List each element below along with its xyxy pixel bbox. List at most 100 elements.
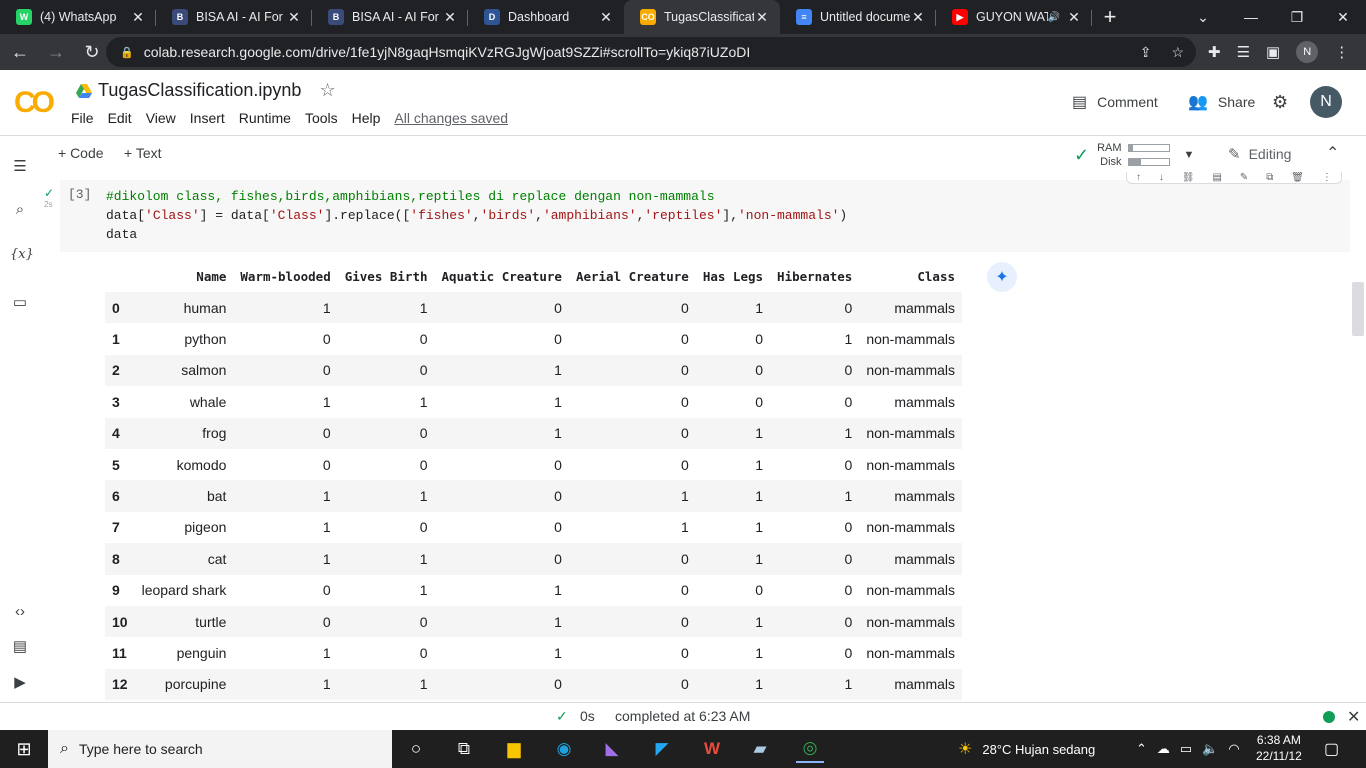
vscode-icon[interactable]: ◤ [648,735,676,763]
reading-list-icon[interactable]: ☰ [1237,43,1250,61]
lock-icon: 🔒 [120,46,134,59]
forward-arrow-icon[interactable]: → [40,36,72,68]
comment-cell-icon[interactable]: ▤ [1212,172,1221,183]
comment-button[interactable]: ▤ Comment [1072,92,1158,112]
run-success-check-icon[interactable]: ✓ [44,186,54,200]
browser-tab[interactable]: W (4) WhatsApp ✕ [0,0,156,34]
file-explorer-icon[interactable]: ▆ [500,735,528,763]
reload-icon[interactable]: ↻ [76,36,108,68]
close-tab-icon[interactable]: ✕ [910,9,926,26]
tab-audio-icon[interactable]: 🔊 [1048,12,1060,23]
onedrive-icon[interactable]: ☁ [1157,741,1170,757]
mirror-cell-icon[interactable]: ⧉ [1266,172,1273,183]
star-icon[interactable]: ☆ [319,80,335,101]
colab-logo[interactable]: CO [14,86,55,120]
move-down-icon[interactable]: ↓ [1159,172,1164,183]
vertical-scrollbar[interactable] [1352,282,1364,336]
link-icon[interactable]: ⛓ [1182,172,1195,183]
browser-tab[interactable]: CO TugasClassificatio✕ [624,0,780,34]
search-icon[interactable]: ⌕ [10,201,30,218]
browser-tab[interactable]: B BISA AI - AI For E ✕ [156,0,312,34]
close-tab-icon[interactable]: ✕ [286,9,302,26]
table-cell: 0 [755,582,764,599]
windows-start-icon[interactable]: ⊞ [10,735,38,763]
settings-gear-icon[interactable]: ⚙ [1272,92,1288,113]
menu-item-runtime[interactable]: Runtime [239,110,291,126]
browser-profile-avatar[interactable]: N [1296,41,1319,63]
drive-icon[interactable] [76,83,92,98]
taskbar-search[interactable]: ⌕ Type here to search [48,730,392,768]
delete-cell-icon[interactable]: 🗑 [1291,172,1304,183]
variables-icon[interactable]: {x} [10,247,34,262]
close-tab-icon[interactable]: ✕ [1066,9,1082,26]
battery-icon[interactable]: ▭ [1180,741,1192,757]
cortana-icon[interactable]: ○ [402,735,430,763]
close-tab-icon[interactable]: ✕ [130,9,146,26]
magic-wand-icon[interactable]: ✦ [987,262,1017,292]
close-tab-icon[interactable]: ✕ [442,9,458,26]
add-text-button[interactable]: + Text [124,145,162,161]
browser-menu-icon[interactable]: ⋮ [1334,43,1349,61]
visual-studio-icon[interactable]: ◣ [598,735,626,763]
browser-tab[interactable]: D Dashboard ✕ [468,0,624,34]
extensions-icon[interactable]: ✚ [1208,43,1221,61]
code-editor[interactable]: #dikolom class, fishes,birds,amphibians,… [106,187,847,244]
close-status-icon[interactable]: ✕ [1347,707,1360,727]
menu-item-insert[interactable]: Insert [190,110,225,126]
table-cell: 1 [695,543,771,575]
table-of-contents-icon[interactable]: ☰ [10,157,30,175]
browser-tab[interactable]: B BISA AI - AI For E ✕ [312,0,468,34]
menu-item-view[interactable]: View [146,110,176,126]
volume-icon[interactable]: 🔈 [1202,741,1218,757]
side-panel-icon[interactable]: ▣ [1266,43,1280,61]
edit-cell-icon[interactable]: ✎ [1240,172,1248,183]
save-status-link[interactable]: All changes saved [394,110,508,126]
tab-search-icon[interactable]: ⌄ [1180,0,1226,34]
wps-office-icon[interactable]: W [698,735,726,763]
share-button[interactable]: 👥 Share [1188,92,1255,112]
menu-item-help[interactable]: Help [352,110,381,126]
close-window-icon[interactable]: ✕ [1320,0,1366,34]
bookmark-star-icon[interactable]: ☆ [1171,44,1184,61]
back-arrow-icon[interactable]: ← [4,36,36,68]
files-folder-icon[interactable]: ▭ [10,293,30,311]
user-avatar[interactable]: N [1310,86,1342,118]
share-page-icon[interactable]: ⇪ [1140,44,1152,61]
tab-title: (4) WhatsApp [40,10,117,24]
chrome-icon[interactable]: ◎ [796,735,824,763]
command-palette-icon[interactable]: ▤ [10,637,30,655]
notepad-icon[interactable]: ▰ [746,735,774,763]
edge-icon[interactable]: ◉ [550,735,578,763]
code-snippets-icon[interactable]: ‹› [10,603,30,620]
restore-icon[interactable]: ❐ [1274,0,1320,34]
menu-item-tools[interactable]: Tools [305,110,338,126]
new-tab-button[interactable]: + [1092,0,1128,34]
menu-item-file[interactable]: File [71,110,94,126]
clock[interactable]: 6:38 AM 22/11/12 [1256,732,1302,764]
notebook-title[interactable]: TugasClassification.ipynb [98,80,301,101]
notifications-icon[interactable]: ▢ [1324,730,1339,768]
terminal-icon[interactable]: ▶ [10,673,30,691]
status-completed[interactable]: completed at 6:23 AM [615,708,750,724]
browser-tab[interactable]: ▶ GUYON WAT 🔊 ✕ [936,0,1092,34]
table-cell: 0 [322,582,331,599]
tray-chevron-icon[interactable]: ⌃ [1136,741,1147,757]
url-field[interactable]: 🔒 colab.research.google.com/drive/1fe1yj… [106,37,1196,67]
menu-item-edit[interactable]: Edit [108,110,132,126]
add-code-button[interactable]: + Code [58,145,104,161]
wifi-icon[interactable]: ◠ [1228,741,1239,757]
resources-dropdown-icon[interactable]: ▼ [1184,149,1195,161]
editing-mode-button[interactable]: ✎ Editing [1228,145,1291,163]
browser-tab[interactable]: ≡ Untitled docume ✕ [780,0,936,34]
resources-indicator[interactable]: ✓ RAM Disk ▼ [1074,141,1194,169]
weather-widget[interactable]: ☀ 28°C Hujan sedang [958,730,1095,768]
task-view-icon[interactable]: ⧉ [450,735,478,763]
tab-favicon-icon: B [328,9,344,25]
move-up-icon[interactable]: ↑ [1136,172,1141,183]
browser-tab-strip: W (4) WhatsApp ✕ B BISA AI - AI For E ✕ B BISA … [0,0,1366,34]
collapse-header-icon[interactable]: ⌃ [1326,143,1339,163]
close-tab-icon[interactable]: ✕ [598,9,614,26]
minimize-icon[interactable]: — [1228,0,1274,34]
more-options-icon[interactable]: ⋮ [1322,172,1332,183]
close-tab-icon[interactable]: ✕ [754,9,770,26]
